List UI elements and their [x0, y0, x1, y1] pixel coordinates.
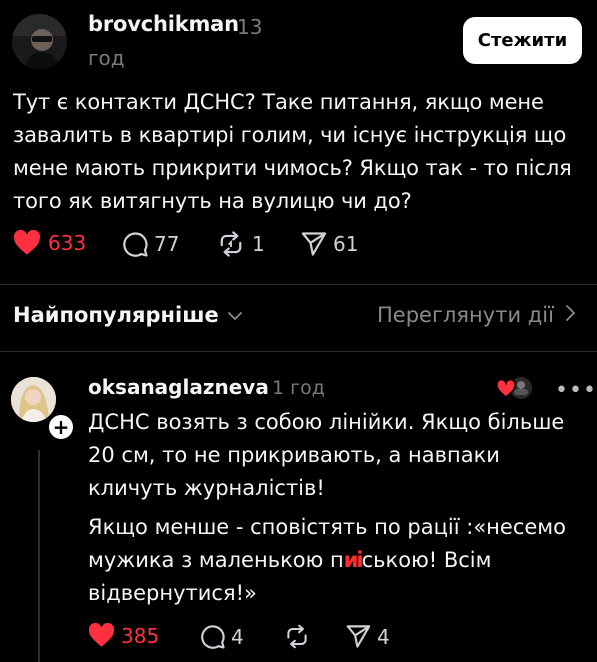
reply-paragraph: ДСНС возять з собою лінійки. Якщо більше…: [88, 410, 565, 500]
chevron-down-icon: [227, 303, 243, 327]
reply-time: 1 год: [272, 377, 325, 399]
comment-bubble-icon: [121, 230, 149, 258]
post-text: Тут є контакти ДСНС? Таке питання, якщо …: [13, 90, 572, 213]
sort-dropdown[interactable]: Найпопулярніше: [13, 303, 243, 327]
red-scribble: иi: [343, 548, 364, 572]
thread-line: [38, 450, 40, 662]
share-button[interactable]: 61: [300, 230, 358, 258]
reply-share-count: 4: [377, 624, 390, 649]
paper-plane-icon: [300, 230, 328, 258]
repost-icon: [283, 623, 311, 650]
reply-comment-count: 4: [231, 624, 244, 649]
post-time-number: 13: [237, 15, 263, 39]
reply-username[interactable]: oksanaglazneva: [88, 375, 269, 399]
more-dots-icon[interactable]: •••: [555, 378, 597, 403]
reply-author-avatar[interactable]: [11, 377, 56, 422]
author-avatar[interactable]: [12, 14, 67, 69]
chevron-right-icon: [564, 303, 576, 327]
repost-count: 1: [252, 232, 265, 256]
activity-label: Переглянути дії: [377, 303, 554, 327]
paper-plane-icon: [345, 623, 372, 650]
reply-comment-button[interactable]: 4: [199, 623, 244, 650]
reply-like-count: 385: [121, 623, 160, 648]
post-time-unit: год: [88, 46, 125, 70]
reply-share-button[interactable]: 4: [345, 623, 390, 650]
reply-paragraph: Якщо менше - сповістять по рації :«несем…: [88, 511, 588, 610]
follow-button[interactable]: Стежити: [463, 17, 582, 64]
comment-bubble-icon: [199, 623, 226, 650]
reply-text-segment: Якщо менше - сповістять по рації :«несем…: [88, 515, 566, 572]
author-username[interactable]: brovchikman: [88, 12, 239, 36]
reply-repost-button[interactable]: [283, 623, 311, 650]
heart-icon: [13, 230, 41, 256]
heart-icon: [88, 623, 115, 648]
divider: [0, 284, 597, 285]
repost-icon: [216, 230, 246, 258]
share-count: 61: [333, 232, 359, 256]
comment-count: 77: [154, 232, 180, 256]
reply-like-button[interactable]: 385: [88, 623, 159, 648]
comment-button[interactable]: 77: [121, 230, 179, 258]
author-liked-badge: [495, 376, 535, 406]
view-activity-link[interactable]: Переглянути дії: [377, 303, 576, 327]
like-count: 633: [48, 231, 87, 255]
like-button[interactable]: 633: [13, 230, 86, 256]
avatar-image: [11, 377, 56, 422]
sort-label: Найпопулярніше: [13, 303, 219, 327]
avatar-image: [12, 14, 67, 69]
divider: [0, 351, 597, 352]
reply-text: ДСНС возять з собою лінійки. Якщо більше…: [88, 406, 588, 616]
follow-plus-badge[interactable]: +: [47, 413, 75, 441]
repost-button[interactable]: 1: [216, 230, 265, 258]
